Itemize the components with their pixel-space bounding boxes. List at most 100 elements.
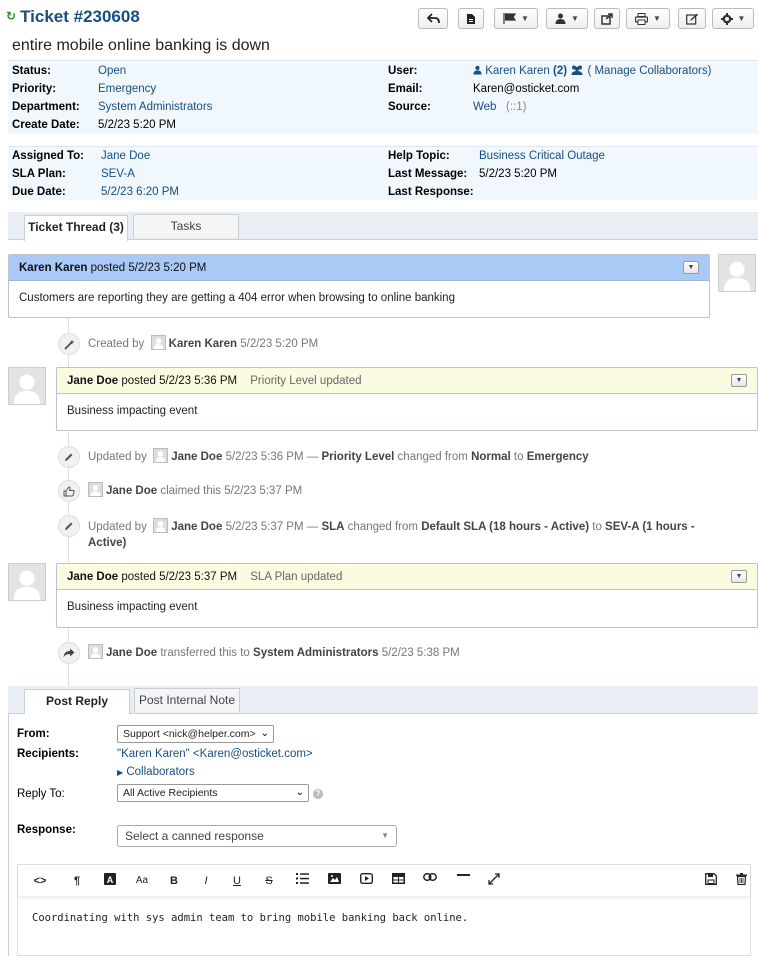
entry-author: Jane Doe <box>67 571 119 583</box>
underline-icon[interactable]: U <box>228 873 246 889</box>
ticket-subject: entire mobile online banking is down <box>12 37 270 54</box>
flag-status-button[interactable]: ▼ <box>494 8 538 29</box>
horizontal-rule-icon[interactable] <box>454 873 472 889</box>
print-pdf-button[interactable] <box>458 8 484 29</box>
tab-post-reply[interactable]: Post Reply <box>24 689 130 715</box>
print-button[interactable]: ▼ <box>626 8 670 29</box>
due-date-value[interactable]: 5/2/23 6:20 PM <box>101 183 179 201</box>
event-to-value-cont: Active) <box>88 537 127 549</box>
avatar <box>153 448 169 463</box>
font-color-icon[interactable]: A <box>101 873 119 889</box>
list-icon[interactable] <box>293 873 311 889</box>
help-icon[interactable]: ? <box>313 789 323 799</box>
thread-entry-message: Karen Karen posted 5/2/23 5:20 PM ▼ Cust… <box>8 254 710 318</box>
help-topic-label: Help Topic: <box>388 150 450 162</box>
thumbs-up-icon <box>58 480 80 502</box>
link-icon[interactable] <box>421 873 439 889</box>
ticket-tabs: Ticket Thread (3) Tasks <box>8 212 758 241</box>
font-size-icon[interactable]: Aa <box>133 873 151 889</box>
table-icon[interactable] <box>389 873 407 889</box>
image-icon[interactable] <box>325 873 343 889</box>
event-field: SLA <box>321 521 345 533</box>
event-department: System Administrators <box>253 647 379 659</box>
event-from-value: Default SLA (18 hours - Active) <box>421 521 590 533</box>
recipients-value[interactable]: "Karen Karen" <Karen@osticket.com> <box>117 748 313 760</box>
more-options-button[interactable]: ▼ <box>712 8 754 29</box>
editor-content[interactable]: Coordinating with sys admin team to brin… <box>32 912 468 924</box>
avatar <box>153 518 169 533</box>
tab-tasks[interactable]: Tasks <box>133 214 239 238</box>
assigned-to-label: Assigned To: <box>12 150 84 162</box>
pencil-icon <box>58 446 80 468</box>
entry-timestamp: posted 5/2/23 5:20 PM <box>90 262 207 274</box>
strikethrough-icon[interactable]: S <box>260 873 278 889</box>
reply-to-select[interactable]: All Active Recipients ⌄ <box>117 784 309 802</box>
ticket-assignment-panel: Assigned To: Jane Doe SLA Plan: SEV-A Due … <box>8 146 758 200</box>
event-user: Jane Doe <box>106 485 158 497</box>
help-topic-value[interactable]: Business Critical Outage <box>479 147 605 165</box>
tab-post-internal-note[interactable]: Post Internal Note <box>134 688 240 712</box>
manage-collaborators-link[interactable]: ( Manage Collaborators) <box>587 65 711 77</box>
gear-icon <box>720 12 733 25</box>
rich-text-editor[interactable]: <> ¶ A Aa B I U S Coordinating with sys … <box>17 864 751 956</box>
refresh-icon[interactable]: ↻ <box>6 9 16 23</box>
entry-meta: Priority Level updated <box>250 375 362 387</box>
source-label: Source: <box>388 101 431 113</box>
paragraph-icon[interactable]: ¶ <box>68 873 86 889</box>
entry-options-dropdown[interactable]: ▼ <box>731 570 747 583</box>
source-value: Web <box>473 101 497 113</box>
event-from-value: Normal <box>471 451 511 463</box>
entry-options-dropdown[interactable]: ▼ <box>683 261 699 274</box>
pencil-icon <box>58 515 80 537</box>
create-date-label: Create Date: <box>12 119 80 131</box>
entry-body: Business impacting event <box>67 405 198 417</box>
transfer-button[interactable] <box>594 8 620 29</box>
trash-icon[interactable] <box>732 873 750 889</box>
tab-ticket-thread[interactable]: Ticket Thread (3) <box>24 215 128 241</box>
share-icon <box>601 12 613 25</box>
reply-tabs: Post Reply Post Internal Note <box>8 686 758 715</box>
italic-icon[interactable]: I <box>197 873 215 889</box>
department-label: Department: <box>12 101 80 113</box>
assigned-to-value[interactable]: Jane Doe <box>101 147 150 165</box>
from-select[interactable]: Support <nick@helper.com> ⌄ <box>117 725 274 743</box>
chevron-down-icon: ⌄ <box>260 728 269 739</box>
user-icon <box>473 65 482 75</box>
assign-button[interactable]: ▼ <box>546 8 588 29</box>
entry-options-dropdown[interactable]: ▼ <box>731 374 747 387</box>
event-text: changed from <box>397 451 468 463</box>
event-timestamp: 5/2/23 5:36 PM — <box>225 451 319 463</box>
code-view-icon[interactable]: <> <box>31 873 49 889</box>
event-field: Priority Level <box>321 451 395 463</box>
canned-response-select[interactable]: Select a canned response ▼ <box>117 825 397 847</box>
status-label: Status: <box>12 65 51 77</box>
user-ticket-count: (2) <box>552 65 568 77</box>
from-label: From: <box>17 728 50 740</box>
sla-plan-value[interactable]: SEV-A <box>101 165 135 183</box>
file-icon <box>467 13 475 24</box>
entry-timestamp: posted 5/2/23 5:36 PM <box>121 375 238 387</box>
ticket-title[interactable]: ↻ Ticket #230608 <box>6 7 140 27</box>
edit-button[interactable] <box>678 8 706 29</box>
last-message-label: Last Message: <box>388 168 468 180</box>
magic-wand-icon <box>58 333 80 355</box>
bold-icon[interactable]: B <box>165 873 183 889</box>
ticket-header: ↻ Ticket #230608 ▼ ▼ ▼ ▼ <box>0 0 758 36</box>
save-draft-icon[interactable] <box>702 873 720 889</box>
chevron-down-icon: ▼ <box>571 14 579 23</box>
user-value[interactable]: Karen Karen (2) ( Manage Collaborators) <box>473 62 711 80</box>
thread-entry-response: Jane Doe posted 5/2/23 5:37 PM SLA Plan … <box>56 563 758 628</box>
video-icon[interactable] <box>357 873 375 889</box>
back-button[interactable] <box>418 8 448 29</box>
fullscreen-icon[interactable] <box>485 873 503 889</box>
email-value: Karen@osticket.com <box>473 83 580 95</box>
event-prefix: Updated by <box>88 521 147 533</box>
collaborators-toggle[interactable]: ▶ Collaborators <box>117 766 195 778</box>
user-name-link[interactable]: Karen Karen <box>485 65 550 77</box>
user-icon <box>555 13 566 24</box>
entry-meta: SLA Plan updated <box>250 571 343 583</box>
email-label: Email: <box>388 83 423 95</box>
priority-value: Emergency <box>98 83 157 95</box>
user-label: User: <box>388 65 418 77</box>
event-to-value: SEV-A (1 hours - <box>605 521 695 533</box>
